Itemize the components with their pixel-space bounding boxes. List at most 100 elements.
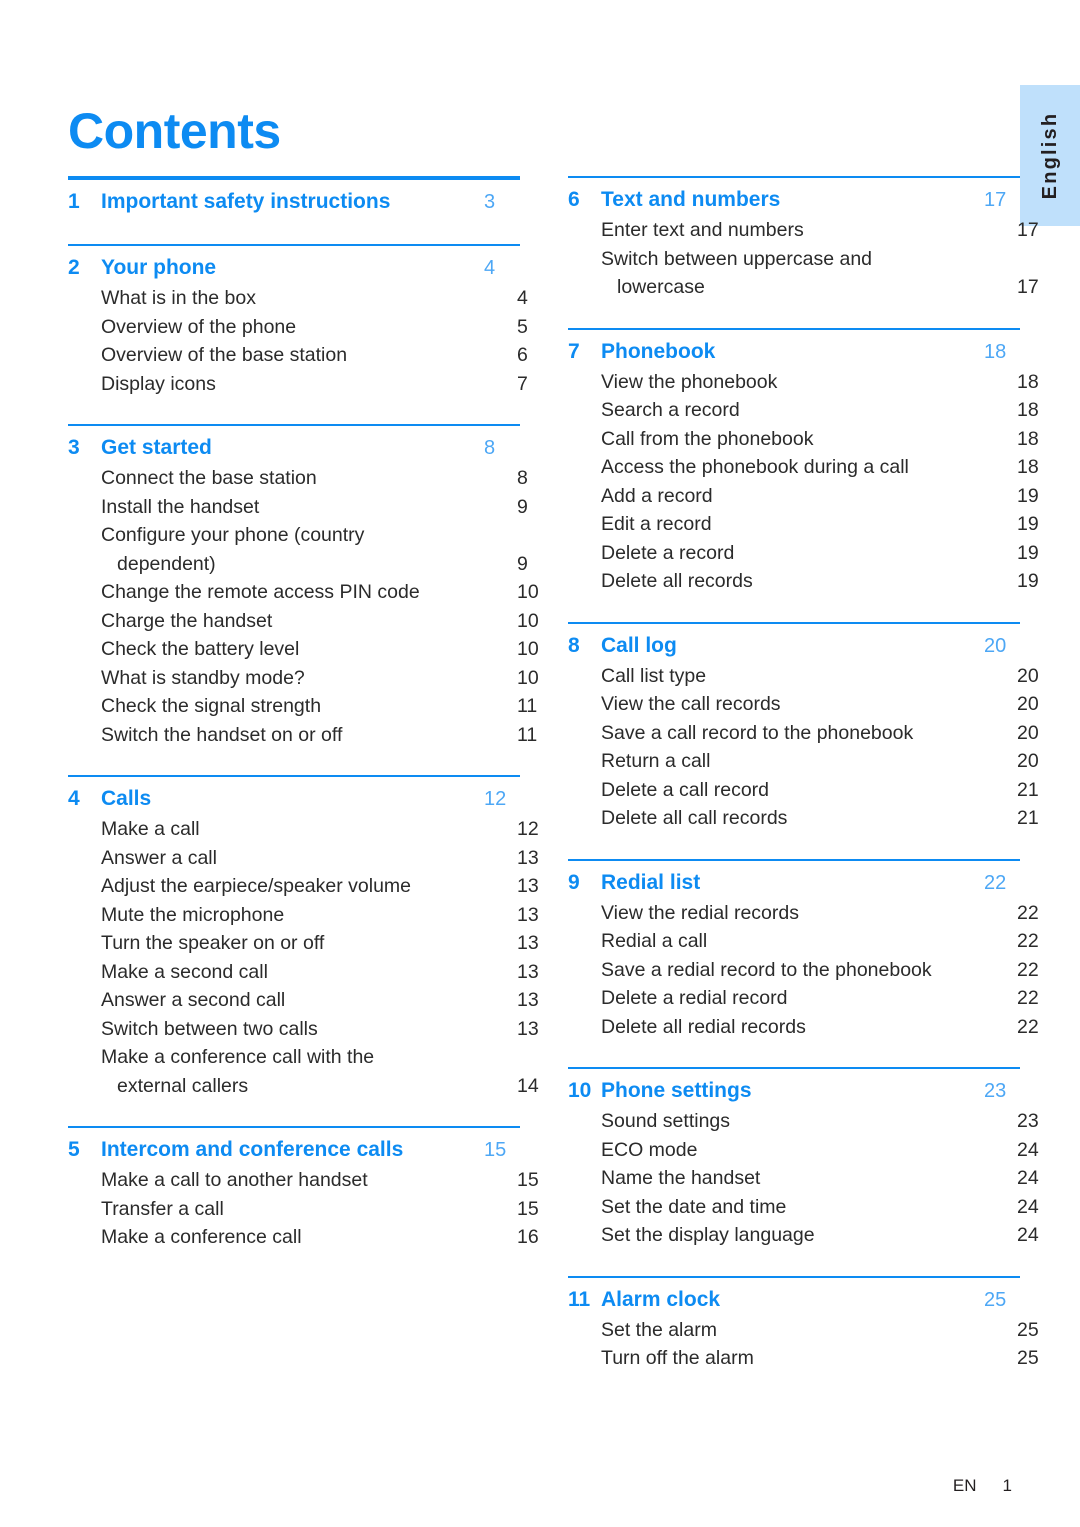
toc-section: 6 Text and numbers 17 Enter text and number… (568, 176, 1039, 302)
toc-entry-page-number: 7 (517, 372, 528, 395)
toc-entry[interactable]: Make a call 12 (101, 815, 539, 844)
toc-entry[interactable]: Connect the base station 8 (101, 464, 528, 493)
toc-entry-label: Install the handset (101, 495, 260, 518)
toc-section-heading[interactable]: 5 Intercom and conference calls 15 (68, 1135, 520, 1165)
toc-section-heading[interactable]: 7 Phonebook 18 (568, 337, 1020, 367)
toc-entry-page-number: 20 (1017, 664, 1039, 687)
toc-entry[interactable]: Display icons 7 (101, 370, 528, 399)
toc-entry-label: Transfer a call (101, 1197, 224, 1220)
toc-entry[interactable]: Delete a record 19 (601, 539, 1039, 568)
footer-page-number: 1 (1002, 1476, 1012, 1495)
section-divider-rule (568, 327, 1020, 330)
toc-entry-page-number: 22 (1017, 901, 1039, 924)
toc-entry[interactable]: Answer a call 13 (101, 844, 539, 873)
toc-entry[interactable]: Set the date and time 24 (601, 1193, 1039, 1222)
toc-entry[interactable]: Switch the handset on or off 11 (101, 721, 537, 750)
section-divider-rule (68, 775, 520, 777)
toc-entry[interactable]: Save a call record to the phonebook 20 (601, 719, 1039, 748)
toc-section-heading[interactable]: 3 Get started 8 (68, 433, 520, 463)
toc-entry[interactable]: Turn off the alarm 25 (601, 1344, 1039, 1373)
toc-entry[interactable]: Mute the microphone 13 (101, 901, 539, 930)
toc-entry[interactable]: Check the battery level 10 (101, 635, 539, 664)
toc-entry[interactable]: Access the phonebook during a call 18 (601, 453, 1039, 482)
toc-entry[interactable]: Edit a record 19 (601, 510, 1039, 539)
toc-entry[interactable]: Charge the handset 10 (101, 607, 539, 636)
toc-entry[interactable]: Switch between uppercase and lowercase 17 (601, 245, 1039, 302)
toc-entry-label: ECO mode (601, 1138, 698, 1161)
toc-entry-page-number: 13 (517, 1017, 539, 1040)
toc-entry[interactable]: Call list type 20 (601, 662, 1039, 691)
toc-entry[interactable]: Overview of the base station 6 (101, 341, 528, 370)
toc-section-heading[interactable]: 10 Phone settings 23 (568, 1076, 1020, 1106)
section-title: Important safety instructions (101, 190, 391, 213)
section-title: Call log (601, 633, 677, 657)
toc-entry-page-number: 21 (1017, 778, 1039, 801)
toc-section-heading[interactable]: 8 Call log 20 (568, 631, 1020, 661)
toc-entry[interactable]: Check the signal strength 11 (101, 692, 537, 721)
toc-entry[interactable]: Delete a redial record 22 (601, 984, 1039, 1013)
toc-entry[interactable]: Adjust the earpiece/speaker volume 13 (101, 872, 539, 901)
toc-entry-page-number: 15 (517, 1197, 539, 1220)
toc-entry[interactable]: Overview of the phone 5 (101, 313, 528, 342)
toc-entry-label: Save a call record to the phonebook (601, 721, 914, 744)
language-tab-label: English (1038, 111, 1061, 200)
toc-entry[interactable]: Switch between two calls 13 (101, 1015, 539, 1044)
toc-entry[interactable]: What is standby mode? 10 (101, 664, 539, 693)
toc-entry-page-number: 19 (1017, 513, 1039, 535)
toc-entry[interactable]: ECO mode 24 (601, 1136, 1039, 1165)
toc-entry[interactable]: Make a call to another handset 15 (101, 1166, 539, 1195)
toc-entry[interactable]: View the call records 20 (601, 690, 1039, 719)
toc-section-heading[interactable]: 2 Your phone 4 (68, 253, 520, 283)
toc-entry[interactable]: Delete all redial records 22 (601, 1013, 1039, 1042)
toc-entry[interactable]: Search a record 18 (601, 396, 1039, 425)
section-page-number: 20 (984, 634, 1007, 657)
toc-entry[interactable]: Delete a call record 21 (601, 776, 1039, 805)
toc-entry[interactable]: Enter text and numbers 17 (601, 216, 1039, 245)
toc-entry-label: Enter text and numbers (601, 219, 804, 241)
toc-entry[interactable]: View the redial records 22 (601, 899, 1039, 928)
toc-entry[interactable]: Delete all call records 21 (601, 804, 1039, 833)
toc-entry[interactable]: Call from the phonebook 18 (601, 425, 1039, 454)
toc-entry[interactable]: Make a second call 13 (101, 958, 539, 987)
toc-entry[interactable]: Make a conference call 16 (101, 1223, 539, 1252)
toc-entry[interactable]: Return a call 20 (601, 747, 1039, 776)
toc-entry[interactable]: Make a conference call with the external … (101, 1043, 539, 1100)
toc-entry[interactable]: Save a redial record to the phonebook 22 (601, 956, 1039, 985)
toc-entry[interactable]: Add a record 19 (601, 482, 1039, 511)
toc-entry[interactable]: Delete all records 19 (601, 567, 1039, 596)
toc-entry-label: Access the phonebook during a call (601, 456, 909, 478)
section-page-number: 12 (484, 788, 507, 810)
toc-entry-page-number: 15 (517, 1169, 539, 1191)
toc-entry[interactable]: Set the alarm 25 (601, 1316, 1039, 1345)
toc-entry[interactable]: Answer a second call 13 (101, 986, 539, 1015)
toc-entry[interactable]: View the phonebook 18 (601, 368, 1039, 397)
toc-section-heading[interactable]: 11 Alarm clock 25 (568, 1285, 1020, 1315)
page-footer: EN 1 (0, 1476, 1012, 1496)
toc-entry-label: Overview of the phone (101, 315, 297, 338)
toc-entry[interactable]: Turn the speaker on or off 13 (101, 929, 539, 958)
toc-entry[interactable]: Name the handset 24 (601, 1164, 1039, 1193)
toc-entry[interactable]: Install the handset 9 (101, 493, 528, 522)
toc-entry[interactable]: Redial a call 22 (601, 927, 1039, 956)
toc-entry-page-number: 9 (517, 552, 528, 575)
toc-entry[interactable]: Sound settings 23 (601, 1107, 1039, 1136)
toc-entry-label: Turn off the alarm (601, 1347, 754, 1369)
toc-entry[interactable]: Transfer a call 15 (101, 1195, 539, 1224)
section-page-number: 17 (984, 189, 1007, 211)
section-number: 4 (68, 787, 80, 810)
toc-section: 3 Get started 8 Connect the base station 8 In… (68, 424, 539, 750)
toc-entry-page-number: 10 (517, 638, 539, 660)
toc-entry[interactable]: Set the display language 24 (601, 1221, 1039, 1250)
toc-section-heading[interactable]: 4 Calls 12 (68, 784, 520, 814)
toc-entry[interactable]: Configure your phone (country dependent) 9 (101, 521, 528, 578)
toc-entry[interactable]: Change the remote access PIN code 10 (101, 578, 539, 607)
toc-section-heading[interactable]: 9 Redial list 22 (568, 868, 1020, 898)
toc-section-heading[interactable]: 1 Important safety instructions 3 (68, 187, 520, 217)
toc-entry[interactable]: What is in the box 4 (101, 284, 528, 313)
section-number: 11 (568, 1287, 591, 1311)
section-divider-rule (568, 621, 1020, 624)
toc-section-heading[interactable]: 6 Text and numbers 17 (568, 185, 1020, 215)
